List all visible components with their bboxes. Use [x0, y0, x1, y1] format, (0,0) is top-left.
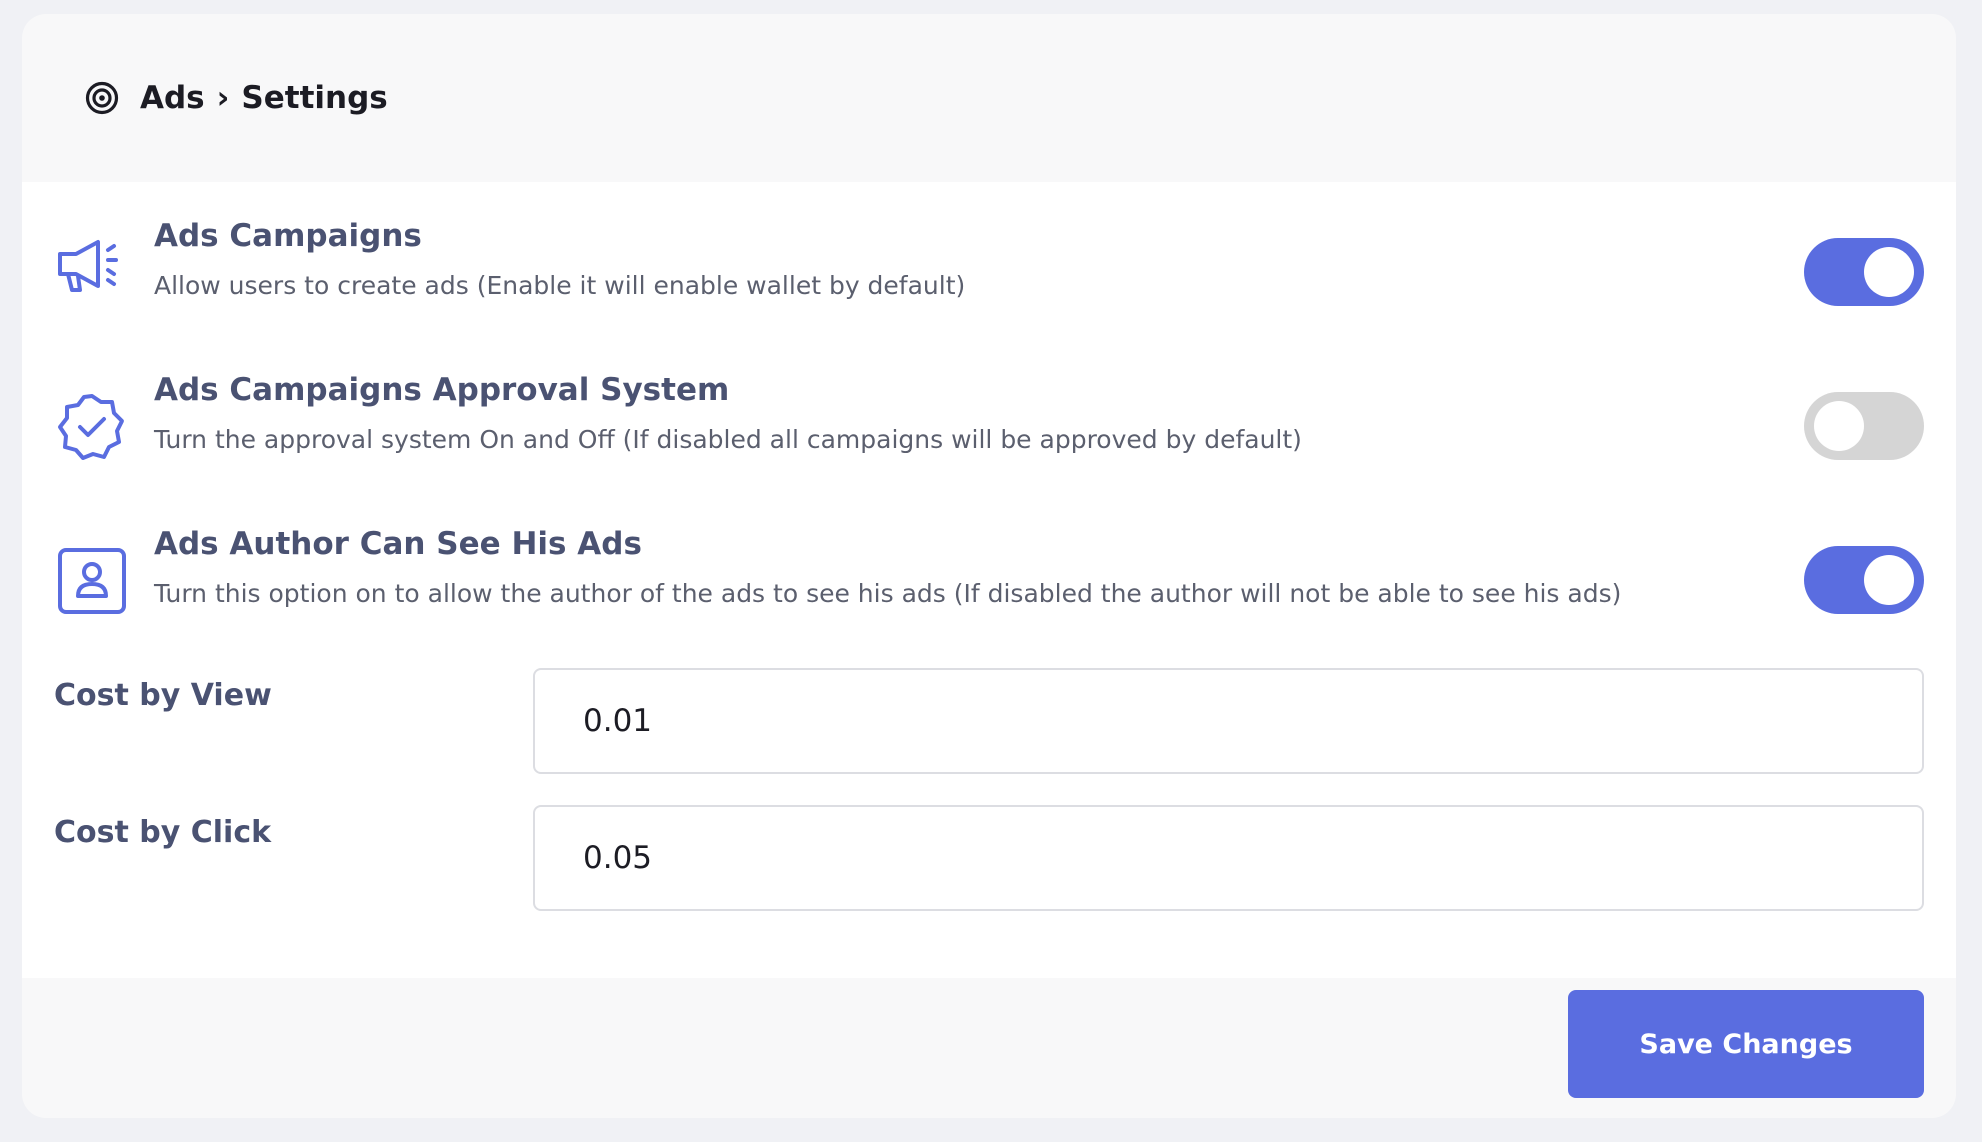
toggle-knob — [1864, 247, 1914, 297]
setting-ads-campaigns: Ads Campaigns Allow users to create ads … — [22, 206, 1956, 360]
setting-title: Ads Author Can See His Ads — [154, 526, 642, 562]
cost-by-click-input[interactable] — [533, 805, 1924, 911]
badge-check-icon — [54, 390, 130, 466]
card-footer: Save Changes — [22, 978, 1956, 1118]
target-icon — [84, 80, 120, 116]
user-square-icon — [54, 544, 130, 620]
cost-by-view-input[interactable] — [533, 668, 1924, 774]
ads-campaigns-toggle[interactable] — [1804, 238, 1924, 306]
setting-description: Turn this option on to allow the author … — [154, 579, 1622, 608]
toggle-knob — [1864, 555, 1914, 605]
cost-by-view-label: Cost by View — [54, 678, 272, 713]
breadcrumb: Ads › Settings — [140, 80, 388, 116]
setting-title: Ads Campaigns — [154, 218, 422, 254]
toggle-knob — [1814, 401, 1864, 451]
settings-body: Ads Campaigns Allow users to create ads … — [22, 182, 1956, 978]
save-changes-button[interactable]: Save Changes — [1568, 990, 1924, 1098]
setting-title: Ads Campaigns Approval System — [154, 372, 730, 408]
setting-description: Turn the approval system On and Off (If … — [154, 425, 1302, 454]
breadcrumb-page: Settings — [241, 80, 388, 116]
setting-description: Allow users to create ads (Enable it wil… — [154, 271, 966, 300]
setting-approval-system: Ads Campaigns Approval System Turn the a… — [22, 360, 1956, 514]
approval-system-toggle[interactable] — [1804, 392, 1924, 460]
page-header: Ads › Settings — [22, 14, 1956, 182]
setting-author-see-ads: Ads Author Can See His Ads Turn this opt… — [22, 514, 1956, 668]
author-see-ads-toggle[interactable] — [1804, 546, 1924, 614]
breadcrumb-section[interactable]: Ads — [140, 80, 205, 116]
cost-by-view-row: Cost by View — [22, 668, 1956, 805]
megaphone-icon — [54, 236, 130, 312]
settings-card: Ads › Settings Ads Campaigns Allow users… — [22, 14, 1956, 1118]
cost-by-click-label: Cost by Click — [54, 815, 272, 850]
breadcrumb-separator: › — [216, 80, 230, 116]
cost-by-click-row: Cost by Click — [22, 805, 1956, 942]
